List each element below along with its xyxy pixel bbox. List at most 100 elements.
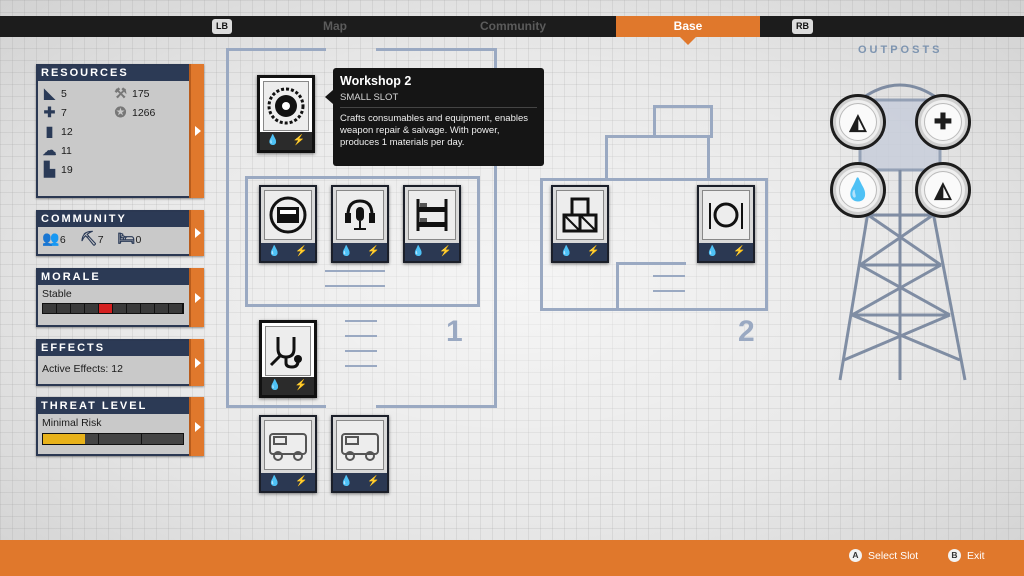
morale-meter-segment [99, 304, 113, 313]
effects-panel[interactable]: EFFECTS Active Effects: 12 [36, 339, 204, 386]
power-icon: ⚡ [367, 246, 380, 257]
influence-icon: ✪ [114, 104, 127, 120]
morale-meter-segment [113, 304, 127, 313]
morale-meter-segment [43, 304, 57, 313]
threat-meter [42, 433, 184, 445]
slot-kitchen[interactable]: 💧 ⚡ [259, 185, 317, 263]
slot-garage-1[interactable]: 💧 ⚡ [259, 415, 317, 493]
power-icon: ⚡ [295, 476, 308, 487]
outpost-button-4[interactable]: ◭ [915, 162, 971, 218]
power-icon: ⚡ [292, 135, 306, 146]
threat-meter-marker [141, 434, 142, 444]
slot-dining[interactable]: 💧 ⚡ [697, 185, 755, 263]
threat-meter-fill [43, 434, 85, 444]
tooltip-subtitle: SMALL SLOT [340, 92, 537, 108]
slot-storage[interactable]: 💧 ⚡ [551, 185, 609, 263]
top-tab-bar: LB Map Community Base RB [0, 16, 1024, 45]
b-button-icon: B [948, 549, 961, 562]
vehicle-icon [336, 420, 384, 470]
medical-cross-icon: ✚ [924, 103, 962, 141]
food-value: 5 [61, 87, 67, 100]
outpost-button-3[interactable]: 💧 [830, 162, 886, 218]
power-icon: ⚡ [587, 246, 600, 257]
slot-workshop[interactable]: 💧 ⚡ [257, 75, 315, 153]
morale-meter-segment [155, 304, 169, 313]
bunk-bed-icon [408, 190, 456, 240]
exit-label: Exit [967, 549, 985, 562]
water-icon: 💧 [560, 246, 573, 257]
community-panel[interactable]: COMMUNITY 👥 6 ⛏ 7 🛏 0 [36, 210, 204, 256]
materials-value: 11 [61, 144, 72, 157]
outpost-button-1[interactable]: ◭ [830, 94, 886, 150]
exit-hint[interactable]: B Exit [948, 549, 985, 562]
select-slot-label: Select Slot [868, 549, 919, 562]
workers-count: 7 [97, 234, 104, 246]
rb-shoulder-button[interactable]: RB [792, 19, 813, 34]
water-icon: 💧 [268, 380, 282, 391]
water-icon: 💧 [268, 476, 281, 487]
morale-meter-segment [57, 304, 71, 313]
slot-beds[interactable]: 💧 ⚡ [403, 185, 461, 263]
community-expand-arrow[interactable] [189, 210, 204, 256]
wrench-icon: ⚒ [114, 85, 127, 101]
slot-infirmary[interactable]: 💧 ⚡ [259, 320, 317, 398]
slot-radio[interactable]: 💧 ⚡ [331, 185, 389, 263]
resources-expand-arrow[interactable] [189, 64, 204, 198]
stethoscope-icon [265, 326, 311, 376]
fuel-icon: ▙ [44, 161, 55, 177]
resources-panel[interactable]: RESOURCES ◣ 5 ⚒ 175 ✚ 7 ✪ 1266 ▮ 12 ☁ 11 ▙ 19 [36, 64, 204, 198]
ammo-value: 12 [61, 125, 73, 138]
outposts-title: OUTPOSTS [858, 44, 943, 56]
crates-icon [556, 190, 604, 240]
morale-meter-segment [169, 304, 183, 313]
slot-tooltip: Workshop 2 SMALL SLOT Crafts consumables… [325, 68, 544, 166]
outpost-button-2[interactable]: ✚ [915, 94, 971, 150]
radio-microphone-icon [336, 190, 384, 240]
saw-blade-icon [263, 81, 309, 131]
tab-community[interactable]: Community [438, 16, 588, 37]
worker-icon: ⛏ [79, 230, 98, 246]
injured-count: 0 [135, 234, 142, 246]
resources-title: RESOURCES [38, 66, 202, 81]
effects-title: EFFECTS [38, 341, 202, 356]
influence-value: 1266 [132, 106, 156, 119]
power-icon: ⚡ [733, 246, 746, 257]
threat-expand-arrow[interactable] [189, 397, 204, 456]
materials-icon: ☁ [42, 142, 57, 158]
a-button-icon: A [849, 549, 862, 562]
ammo-icon: ▮ [45, 123, 54, 139]
tab-map[interactable]: Map [260, 16, 410, 37]
water-icon: 💧 [268, 246, 281, 257]
morale-panel[interactable]: MORALE Stable [36, 268, 204, 327]
pizza-slice-icon: ◭ [839, 103, 877, 141]
community-title: COMMUNITY [38, 212, 202, 227]
water-icon: 💧 [412, 246, 425, 257]
power-icon: ⚡ [439, 246, 452, 257]
water-icon: 💧 [340, 246, 353, 257]
select-slot-hint[interactable]: A Select Slot [849, 549, 918, 562]
medicine-icon: ✚ [43, 104, 56, 120]
bed-icon: 🛏 [117, 230, 136, 246]
slot-garage-2[interactable]: 💧 ⚡ [331, 415, 389, 493]
morale-meter-segment [127, 304, 141, 313]
parts-value: 175 [132, 87, 150, 100]
stove-icon [264, 190, 312, 240]
plate-icon [702, 190, 750, 240]
threat-level-panel[interactable]: THREAT LEVEL Minimal Risk [36, 397, 204, 456]
morale-title: MORALE [38, 270, 202, 285]
tab-base[interactable]: Base [616, 16, 760, 45]
water-icon: 💧 [706, 246, 719, 257]
lb-shoulder-button[interactable]: LB [212, 19, 232, 34]
power-icon: ⚡ [295, 246, 308, 257]
medicine-value: 7 [61, 106, 67, 119]
pizza-slice-icon: ◭ [924, 171, 962, 209]
fuel-value: 19 [61, 163, 73, 176]
morale-meter [42, 303, 184, 314]
area-number-1: 1 [446, 315, 463, 348]
morale-expand-arrow[interactable] [189, 268, 204, 327]
water-icon: 💧 [340, 476, 353, 487]
effects-expand-arrow[interactable] [189, 339, 204, 386]
tooltip-description: Crafts consumables and equipment, enable… [340, 113, 529, 148]
morale-meter-segment [141, 304, 155, 313]
water-icon: 💧 [266, 135, 280, 146]
